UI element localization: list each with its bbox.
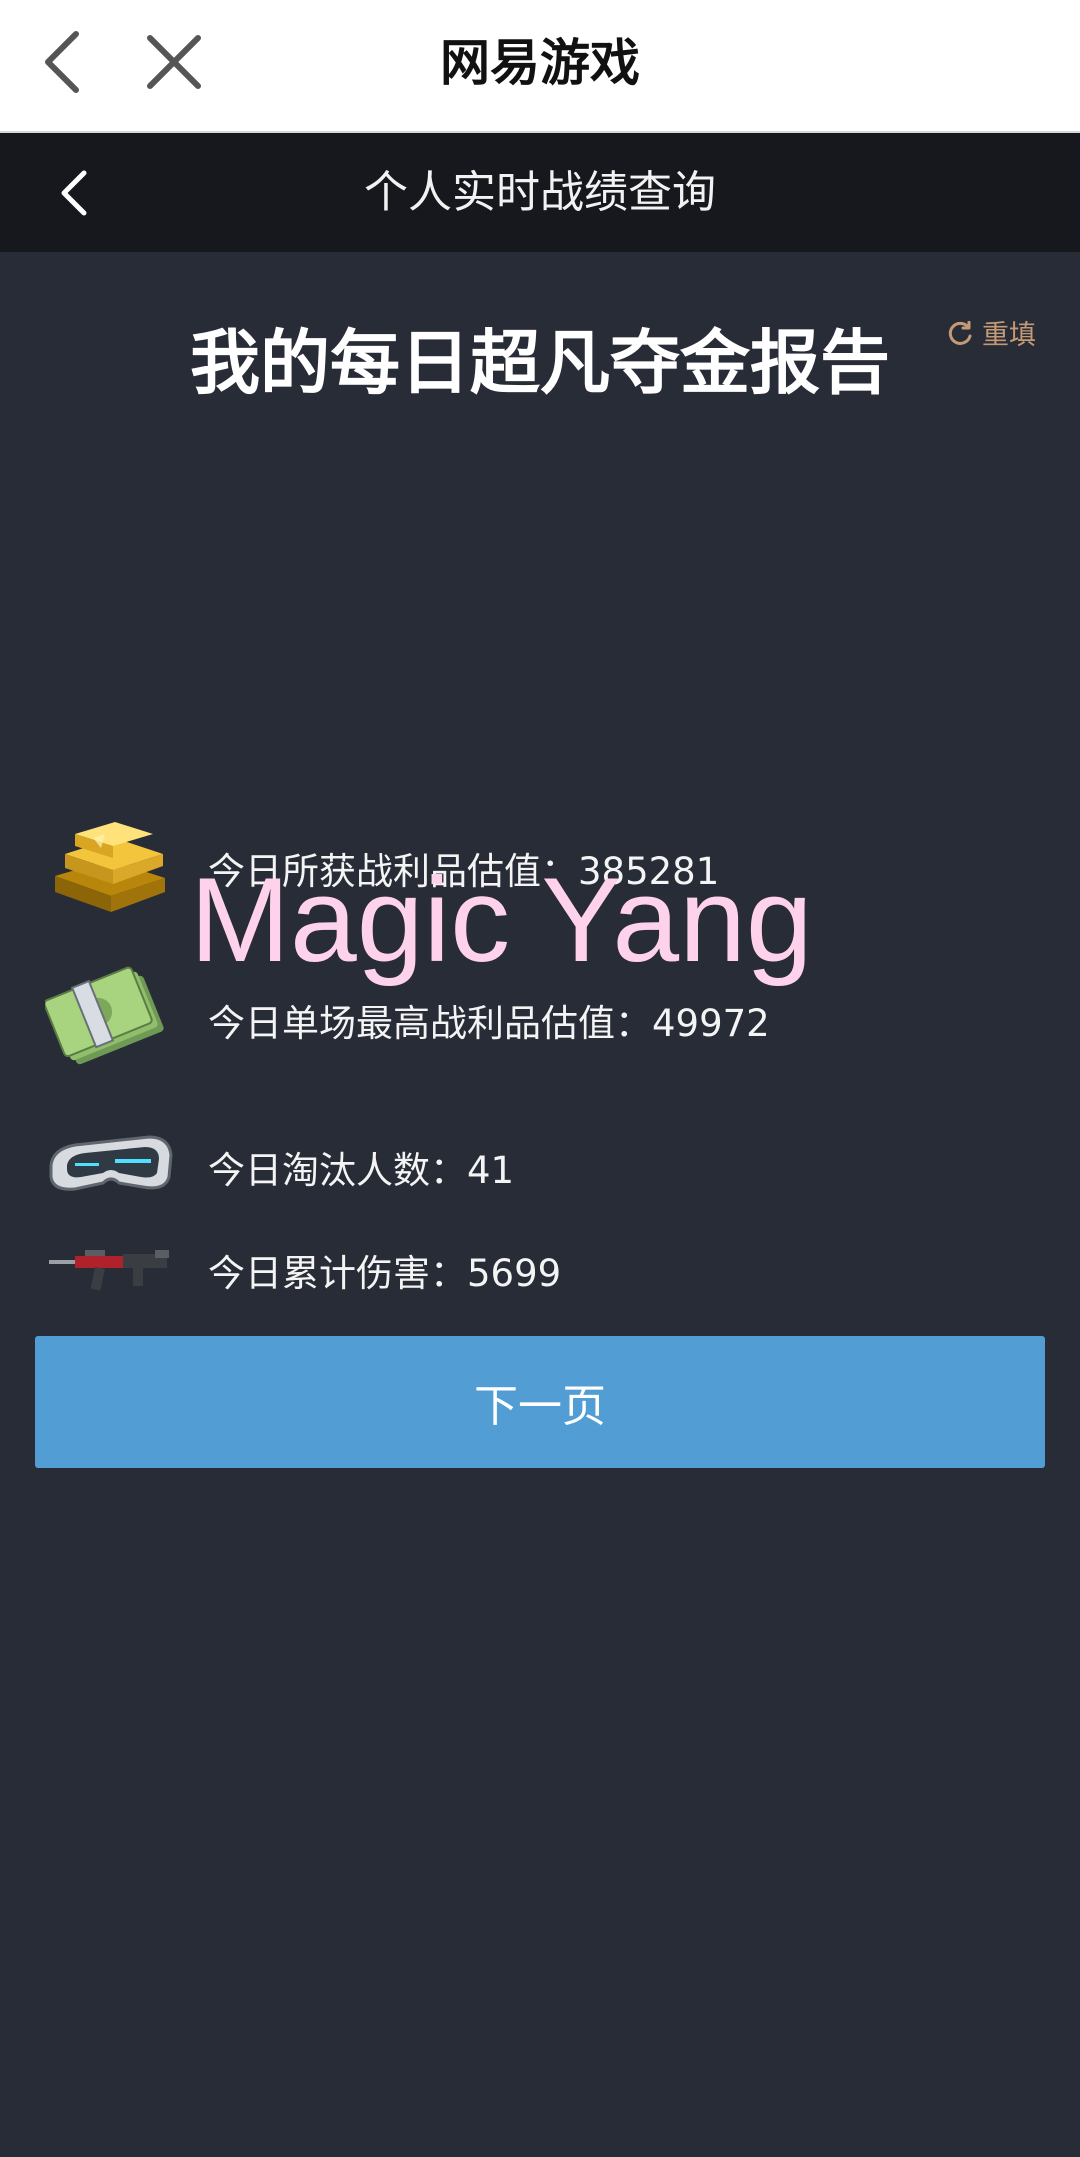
- stat-row-damage: 今日累计伤害：5699: [40, 1240, 561, 1300]
- cash-stack-icon: [40, 960, 180, 1080]
- browser-title: 网易游戏: [440, 34, 640, 92]
- page-title: 个人实时战绩查询: [364, 167, 716, 218]
- reset-button[interactable]: 重填: [948, 318, 1036, 354]
- gold-bars-icon: [40, 820, 180, 916]
- stat-total-loot-value: 今日所获战利品估值：385281: [208, 850, 720, 893]
- stat-best-match-loot-value: 今日单场最高战利品估值：49972: [208, 1002, 770, 1045]
- stat-damage-value: 今日累计伤害：5699: [208, 1252, 562, 1295]
- refresh-icon: [948, 320, 982, 351]
- rifle-icon: [40, 1240, 180, 1300]
- stat-row-total-loot: 今日所获战利品估值：385281: [40, 820, 719, 916]
- stat-row-best-match-loot: 今日单场最高战利品估值：49972: [40, 960, 770, 1080]
- report-title: 我的每日超凡夺金报告: [190, 322, 890, 404]
- reset-label: 重填: [982, 320, 1036, 351]
- page-header: 个人实时战绩查询: [0, 133, 1080, 252]
- stat-eliminations-value: 今日淘汰人数：41: [208, 1149, 515, 1192]
- next-page-button[interactable]: 下一页: [35, 1336, 1045, 1468]
- stat-row-eliminations: 今日淘汰人数：41: [40, 1125, 514, 1209]
- goggles-icon: [40, 1125, 180, 1209]
- browser-top-bar: 网易游戏: [0, 0, 1080, 133]
